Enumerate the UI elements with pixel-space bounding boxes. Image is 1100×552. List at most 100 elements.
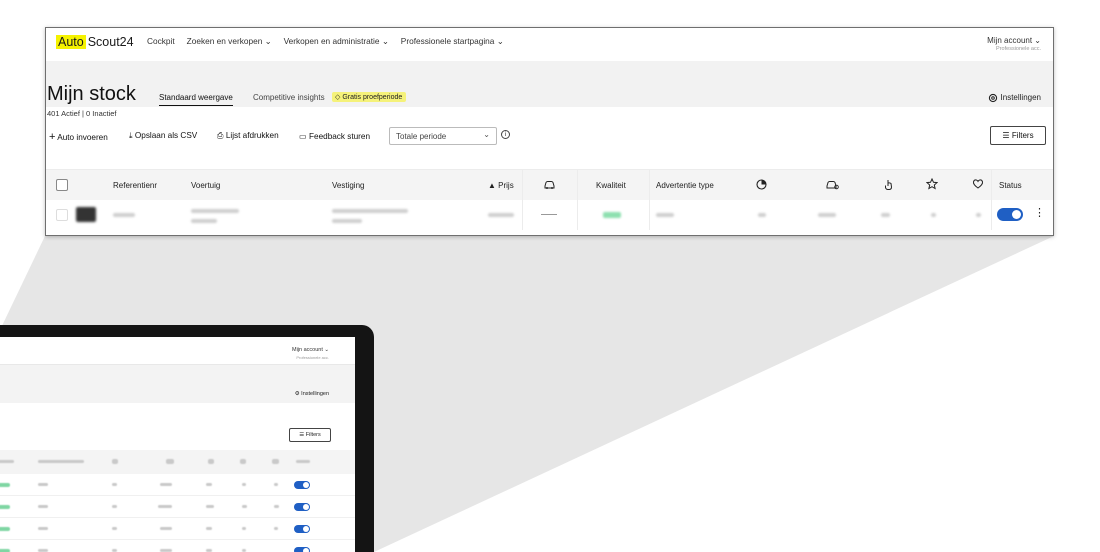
add-car-button[interactable]: + Auto invoeren [49,131,108,143]
col-advertentie-type[interactable]: Advertentie type [656,181,714,190]
laptop-screen: Mijn account ⌄ Professionele acc. ⚙ Inst… [0,337,355,552]
print-list-button[interactable]: ⎙ Lijst afdrukken [217,131,279,141]
blurred-quality [0,505,10,509]
col-voertuig[interactable]: Voertuig [191,181,220,190]
table-row[interactable]: ⋮ [46,200,1053,230]
laptop-status-toggle[interactable] [294,547,310,552]
plus-icon: + [49,131,56,143]
laptop-table-row [0,474,355,496]
blurred-quality [0,527,10,531]
nav-item-cockpit[interactable]: Cockpit [147,36,175,46]
blurred-text [112,505,117,508]
nav-item-professionele-startpagina[interactable]: Professionele startpagina ⌄ [401,36,504,46]
column-divider [649,200,650,230]
column-divider [577,200,578,230]
blurred-icon [240,459,246,464]
blurred-price [488,213,514,217]
blurred-text [206,483,212,486]
laptop-header: Mijn account ⌄ Professionele acc. [0,337,355,365]
toolbar: + Auto invoeren ⤓ Opslaan als CSV ⎙ Lijs… [46,125,1053,149]
blurred-text [242,527,246,530]
star-icon[interactable] [925,177,939,192]
blurred-vehicle-sub [191,219,217,223]
page-header: Mijn stock 401 Actief | 0 Inactief Stand… [46,83,1053,119]
blurred-branch [332,209,408,213]
laptop-settings-button[interactable]: ⚙ Instellingen [295,391,329,397]
laptop-status-toggle[interactable] [294,525,310,533]
laptop-table-header [0,450,355,474]
tab-competitive-insights[interactable]: Competitive insights [253,93,325,102]
vehicle-thumbnail[interactable] [76,207,96,222]
blurred-vehicle-name [191,209,239,213]
column-divider [522,200,523,230]
main-nav: Cockpit Zoeken en verkopen ⌄ Verkopen en… [147,36,504,46]
row-checkbox[interactable] [56,209,68,221]
gear-icon [989,93,998,103]
col-prijs[interactable]: ▲ Prijs [488,181,514,190]
autoscout24-logo[interactable]: Auto Scout24 [56,35,134,49]
speech-bubble-icon: ▭ [299,132,307,141]
top-navigation-bar: Auto Scout24 Cockpit Zoeken en verkopen ⌄… [46,28,1053,61]
stock-window: Auto Scout24 Cockpit Zoeken en verkopen ⌄… [45,27,1054,236]
click-icon[interactable] [884,178,894,193]
col-status[interactable]: Status [999,181,1022,190]
blurred-count [758,213,766,217]
blurred-text [158,505,172,508]
blurred-text [274,505,279,508]
laptop-status-toggle[interactable] [294,503,310,511]
blurred-text [112,483,117,486]
status-toggle[interactable] [997,208,1023,221]
laptop-table-row [0,496,355,518]
settings-button[interactable]: Instellingen [988,93,1041,103]
period-select[interactable]: Totale periode ⌄ [389,127,497,145]
col-referentienr[interactable]: Referentienr [113,181,157,190]
laptop-mockup: Mijn account ⌄ Professionele acc. ⚙ Inst… [0,325,374,552]
blurred-text [38,527,48,530]
laptop-status-toggle[interactable] [294,481,310,489]
blurred-quality [0,483,10,487]
chevron-down-icon: ⌄ [483,130,490,139]
blurred-text [160,483,172,486]
column-divider [991,170,992,200]
nav-item-zoeken-en-verkopen[interactable]: Zoeken en verkopen ⌄ [187,36,272,46]
laptop-gray-band [0,365,355,403]
filters-button[interactable]: ☰ Filters [990,126,1046,145]
blurred-text [160,527,172,530]
blurred-count [818,213,836,217]
blurred-branch-sub [332,219,362,223]
col-vestiging[interactable]: Vestiging [332,181,364,190]
tab-standaard-weergave[interactable]: Standaard weergave [159,93,233,106]
trial-badge: ◇ Gratis proefperiode [332,92,407,102]
pie-chart-icon[interactable] [756,179,767,192]
tag-icon: ◇ [335,94,341,101]
laptop-filters-button[interactable]: ☰ Filters [289,428,331,442]
blurred-text [38,483,48,486]
blurred-text [112,527,117,530]
col-kwaliteit[interactable]: Kwaliteit [596,181,626,190]
blurred-icon [166,459,174,464]
heart-hand-icon[interactable] [972,178,984,192]
column-divider [649,170,650,200]
blurred-text [0,460,14,463]
blurred-ad-type [656,213,674,217]
account-menu[interactable]: Mijn account ⌄ Professionele acc. [987,36,1041,54]
blurred-icon [112,459,118,464]
blurred-text [296,460,310,463]
sliders-icon: ☰ [1002,131,1010,140]
blurred-text [242,483,246,486]
nav-item-verkopen-en-administratie[interactable]: Verkopen en administratie ⌄ [284,36,389,46]
laptop-account-menu[interactable]: Mijn account ⌄ Professionele acc. [292,347,329,360]
save-csv-button[interactable]: ⤓ Opslaan als CSV [129,131,197,141]
printer-icon: ⎙ [217,131,224,140]
info-icon[interactable]: i [501,130,510,139]
table-header: Referentienr Voertuig Vestiging ▲ Prijs … [46,169,1053,200]
car-view-icon[interactable] [825,179,839,192]
more-options-icon[interactable]: ⋮ [1034,208,1045,219]
blurred-count [976,213,981,217]
blurred-reference [113,213,135,217]
blurred-text [38,460,84,463]
car-icon[interactable] [543,179,556,192]
select-all-checkbox[interactable] [56,179,68,191]
blurred-text [38,505,48,508]
feedback-button[interactable]: ▭ Feedback sturen [299,131,370,141]
